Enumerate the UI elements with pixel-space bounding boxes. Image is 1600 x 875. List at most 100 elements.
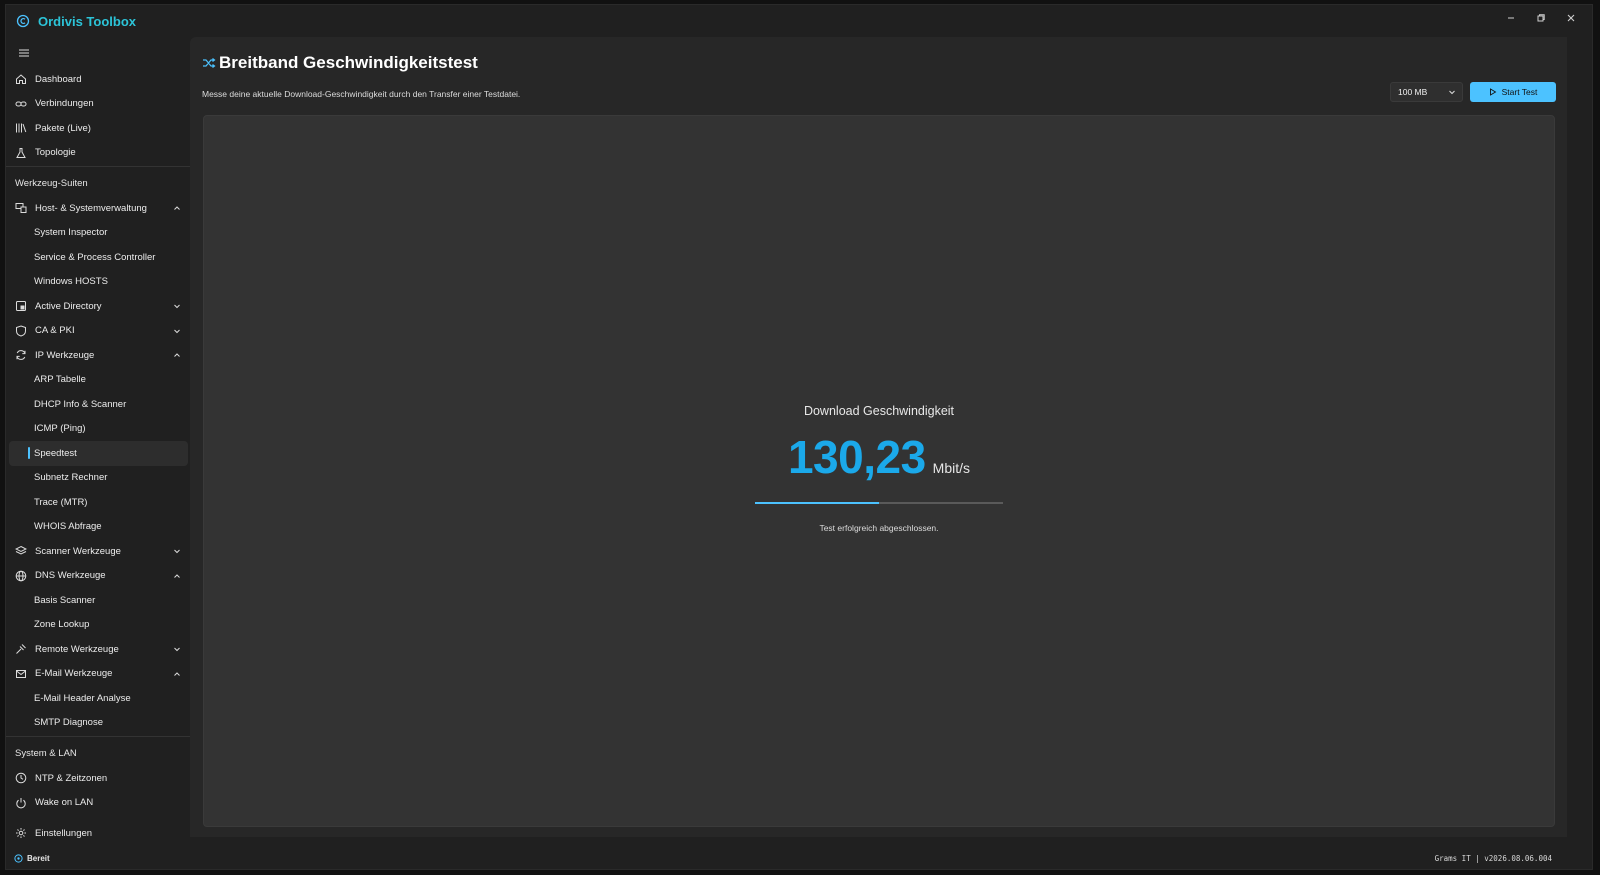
speed-label: Download Geschwindigkeit <box>803 404 955 418</box>
sidebar-item-speedtest[interactable]: Speedtest <box>9 441 188 466</box>
menu-toggle-button[interactable] <box>14 45 34 61</box>
sidebar-item-wake-on-lan[interactable]: Wake on LAN <box>6 791 191 816</box>
sidebar-item-trace-mtr[interactable]: Trace (MTR) <box>6 490 191 515</box>
sidebar-group-email[interactable]: E-Mail Werkzeuge <box>6 662 191 687</box>
sidebar-item-label: Einstellungen <box>35 827 93 839</box>
sidebar-item-label: SMTP Diagnose <box>34 717 103 729</box>
progress-fill <box>755 502 879 504</box>
status-message: Test erfolgreich abgeschlossen. <box>819 523 939 533</box>
sidebar-item-label: Wake on LAN <box>35 797 94 809</box>
sidebar-item-pakete[interactable]: Pakete (Live) <box>6 116 191 141</box>
chevron-down-icon <box>173 644 183 654</box>
window-controls <box>1496 5 1586 31</box>
power-icon <box>15 797 27 809</box>
mail-icon <box>15 668 27 680</box>
status-state: Bereit <box>27 853 50 863</box>
chevron-down-icon <box>173 301 183 311</box>
speedtest-panel: Download Geschwindigkeit 130,23 Mbit/s T… <box>203 115 1555 827</box>
play-icon <box>1489 88 1497 96</box>
hamburger-icon <box>19 49 29 57</box>
chevron-up-icon <box>173 350 183 360</box>
sidebar-group-remote[interactable]: Remote Werkzeuge <box>6 637 191 662</box>
sidebar-item-label: DNS Werkzeuge <box>35 570 106 582</box>
clock-icon <box>15 772 27 784</box>
sidebar-item-label: System Inspector <box>34 227 108 239</box>
minimize-icon <box>1508 17 1514 19</box>
close-button[interactable] <box>1556 5 1586 31</box>
sidebar-item-label: E-Mail Header Analyse <box>34 692 131 704</box>
sidebar-item-windows-hosts[interactable]: Windows HOSTS <box>6 270 191 295</box>
divider <box>6 166 191 167</box>
devices-icon <box>15 202 27 214</box>
sidebar-group-ca-pki[interactable]: CA & PKI <box>6 319 191 344</box>
sidebar-item-basis-scanner[interactable]: Basis Scanner <box>6 588 191 613</box>
sidebar-item-label: Trace (MTR) <box>34 496 88 508</box>
sidebar-item-service-controller[interactable]: Service & Process Controller <box>6 245 191 270</box>
chevron-down-icon <box>173 546 183 556</box>
app-window: Ordivis Toolbox Dashboard Verbindungen P… <box>5 4 1593 870</box>
status-bar: Bereit Grams IT | v2026.08.06.004 <box>6 847 1592 869</box>
sidebar-group-dns[interactable]: DNS Werkzeuge <box>6 564 191 589</box>
close-icon <box>1567 14 1575 22</box>
page-description: Messe deine aktuelle Download-Geschwindi… <box>202 89 521 99</box>
sidebar-item-dhcp-scanner[interactable]: DHCP Info & Scanner <box>6 392 191 417</box>
chevron-up-icon <box>173 669 183 679</box>
sidebar: Dashboard Verbindungen Pakete (Live) Top… <box>6 37 191 847</box>
sidebar-item-label: Host- & Systemverwaltung <box>35 202 147 214</box>
sidebar-item-arp-tabelle[interactable]: ARP Tabelle <box>6 368 191 393</box>
sidebar-group-active-directory[interactable]: Active Directory <box>6 294 191 319</box>
file-size-value: 100 MB <box>1398 87 1428 97</box>
status-indicator: Bereit <box>14 854 50 863</box>
sidebar-item-label: NTP & Zeitzonen <box>35 772 108 784</box>
sidebar-item-subnetz-rechner[interactable]: Subnetz Rechner <box>6 466 191 491</box>
shield-icon <box>15 325 27 337</box>
chevron-up-icon <box>173 203 183 213</box>
progress-bar <box>755 502 1003 504</box>
remote-icon <box>15 643 27 655</box>
sidebar-item-einstellungen[interactable]: Einstellungen <box>6 821 191 846</box>
link-icon <box>15 98 27 110</box>
sidebar-item-dashboard[interactable]: Dashboard <box>6 67 191 92</box>
sidebar-nav: Dashboard Verbindungen Pakete (Live) Top… <box>6 67 191 846</box>
sidebar-item-ntp[interactable]: NTP & Zeitzonen <box>6 766 191 791</box>
restore-button[interactable] <box>1526 5 1556 31</box>
sidebar-item-system-inspector[interactable]: System Inspector <box>6 221 191 246</box>
home-icon <box>15 73 27 85</box>
sidebar-item-topologie[interactable]: Topologie <box>6 141 191 166</box>
speed-unit: Mbit/s <box>932 460 971 476</box>
section-header-tools: Werkzeug-Suiten <box>15 177 88 189</box>
sidebar-item-label: E-Mail Werkzeuge <box>35 668 113 680</box>
sidebar-item-verbindungen[interactable]: Verbindungen <box>6 92 191 117</box>
sidebar-item-label: DHCP Info & Scanner <box>34 398 127 410</box>
directory-icon <box>15 300 27 312</box>
start-test-button[interactable]: Start Test <box>1470 82 1556 102</box>
sidebar-item-label: Basis Scanner <box>34 594 96 606</box>
speed-value: 130,23 <box>787 431 926 483</box>
layers-icon <box>15 545 27 557</box>
result-block: Download Geschwindigkeit 130,23 Mbit/s T… <box>204 404 1554 533</box>
sidebar-item-email-header[interactable]: E-Mail Header Analyse <box>6 686 191 711</box>
gear-icon <box>15 827 27 839</box>
main-content: Breitband Geschwindigkeitstest Messe dei… <box>190 37 1567 837</box>
app-logo-icon <box>16 14 30 28</box>
sidebar-item-zone-lookup[interactable]: Zone Lookup <box>6 613 191 638</box>
sidebar-group-host[interactable]: Host- & Systemverwaltung <box>6 196 191 221</box>
globe-icon <box>15 570 27 582</box>
sidebar-item-label: Service & Process Controller <box>34 251 156 263</box>
sidebar-item-label: Speedtest <box>34 447 77 459</box>
app-title: Ordivis Toolbox <box>38 13 136 29</box>
sidebar-item-icmp-ping[interactable]: ICMP (Ping) <box>6 417 191 442</box>
flask-icon <box>15 147 27 159</box>
sidebar-group-ip-werkzeuge[interactable]: IP Werkzeuge <box>6 343 191 368</box>
sidebar-item-smtp-diagnose[interactable]: SMTP Diagnose <box>6 711 191 736</box>
sidebar-item-label: WHOIS Abfrage <box>34 521 102 533</box>
sidebar-item-label: Pakete (Live) <box>35 122 91 134</box>
sidebar-item-label: ICMP (Ping) <box>34 423 86 435</box>
minimize-button[interactable] <box>1496 5 1526 31</box>
sidebar-group-scanner[interactable]: Scanner Werkzeuge <box>6 539 191 564</box>
sidebar-item-whois[interactable]: WHOIS Abfrage <box>6 515 191 540</box>
restore-icon <box>1537 14 1545 22</box>
sidebar-item-label: Zone Lookup <box>34 619 90 631</box>
file-size-select[interactable]: 100 MB <box>1390 82 1463 102</box>
status-icon <box>14 853 23 863</box>
